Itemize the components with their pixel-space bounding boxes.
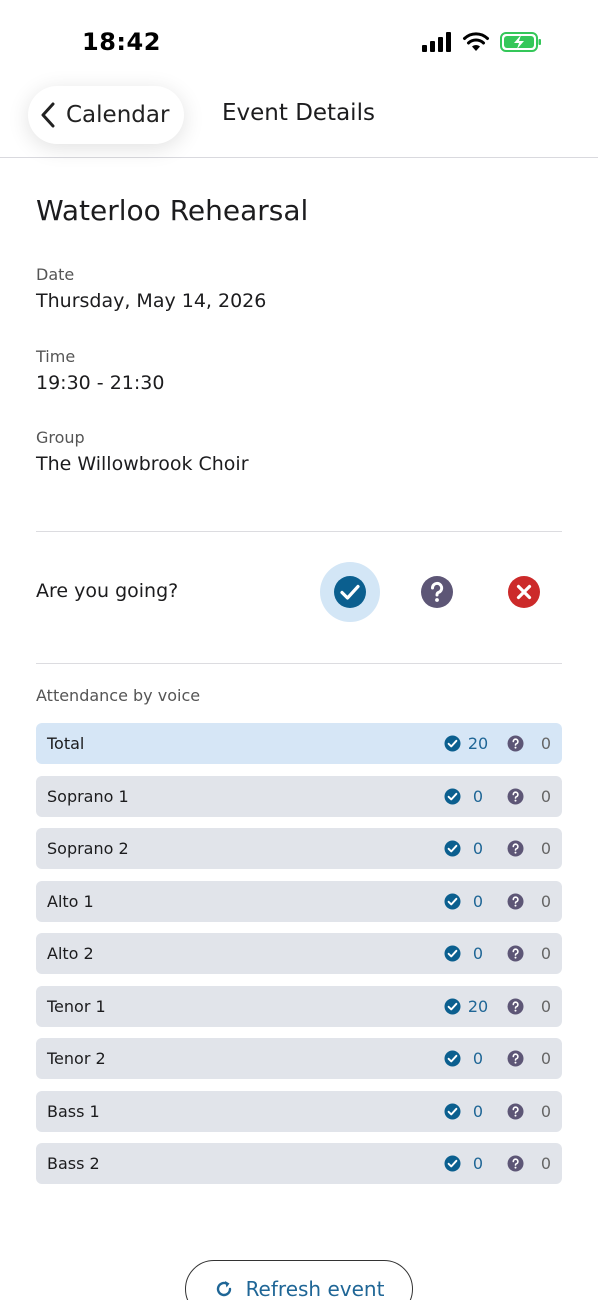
close-circle-icon — [508, 576, 540, 608]
nav-header: Calendar Event Details — [0, 84, 598, 158]
voice-name: Total — [47, 734, 85, 753]
attendance-row-alto-1[interactable]: Alto 1 0 0 — [36, 880, 562, 922]
voice-name: Soprano 1 — [47, 786, 129, 806]
rsvp-no-button[interactable] — [494, 562, 554, 622]
date-value: Thursday, May 14, 2026 — [36, 290, 267, 312]
question-circle-icon — [421, 576, 453, 608]
chevron-left-icon — [41, 102, 55, 128]
maybe-count: 0 — [540, 996, 552, 1016]
question-circle-icon — [507, 945, 524, 962]
yes-count: 0 — [472, 1154, 484, 1173]
question-circle-icon — [507, 998, 524, 1014]
check-circle-icon — [444, 788, 461, 804]
check-circle-icon — [334, 576, 366, 608]
refresh-icon — [216, 1281, 231, 1297]
back-button[interactable]: Calendar — [28, 86, 184, 144]
voice-name: Bass 2 — [47, 1154, 100, 1173]
check-circle-icon — [444, 1050, 461, 1067]
attendance-section-label: Attendance by voice — [36, 686, 201, 705]
maybe-count: 0 — [540, 839, 552, 858]
divider — [36, 531, 562, 532]
question-circle-icon — [507, 788, 524, 804]
check-circle-icon — [444, 893, 461, 909]
yes-count: 0 — [472, 1049, 484, 1068]
yes-count: 0 — [472, 786, 484, 806]
yes-count: 0 — [472, 839, 484, 858]
refresh-event-button[interactable]: Refresh event — [185, 1260, 413, 1300]
yes-count: 0 — [472, 1101, 484, 1121]
attendance-list: Total 20 0 Soprano 1 0 0 Soprano 2 0 0 A… — [36, 723, 562, 1196]
question-circle-icon — [507, 1050, 524, 1067]
time-value: 19:30 - 21:30 — [36, 372, 165, 394]
yes-count: 0 — [472, 944, 484, 963]
rsvp-question: Are you going? — [36, 580, 179, 602]
voice-name: Tenor 2 — [47, 1049, 106, 1068]
maybe-count: 0 — [540, 1154, 552, 1173]
group-value: The Willowbrook Choir — [36, 453, 249, 475]
attendance-row-alto-2[interactable]: Alto 2 0 0 — [36, 933, 562, 974]
maybe-count: 0 — [540, 734, 552, 753]
question-circle-icon — [507, 1103, 524, 1119]
voice-name: Bass 1 — [47, 1101, 100, 1121]
check-circle-icon — [444, 840, 461, 857]
attendance-row-total[interactable]: Total 20 0 — [36, 723, 562, 764]
voice-name: Alto 2 — [47, 944, 94, 963]
question-circle-icon — [507, 1155, 524, 1172]
maybe-count: 0 — [540, 1049, 552, 1068]
voice-name: Soprano 2 — [47, 839, 129, 858]
page-title: Event Details — [222, 100, 375, 126]
yes-count: 20 — [467, 996, 489, 1016]
check-circle-icon — [444, 998, 461, 1014]
attendance-row-tenor-1[interactable]: Tenor 1 20 0 — [36, 985, 562, 1027]
status-bar: 18:42 — [0, 0, 598, 84]
time-label: Time — [36, 347, 76, 366]
rsvp-maybe-button[interactable] — [407, 562, 467, 622]
refresh-event-label: Refresh event — [245, 1277, 385, 1300]
attendance-row-bass-2[interactable]: Bass 2 0 0 — [36, 1143, 562, 1184]
check-circle-icon — [444, 1155, 461, 1172]
voice-name: Tenor 1 — [47, 996, 106, 1016]
rsvp-yes-button[interactable] — [320, 562, 380, 622]
attendance-row-bass-1[interactable]: Bass 1 0 0 — [36, 1090, 562, 1132]
check-circle-icon — [444, 945, 461, 962]
attendance-row-soprano-1[interactable]: Soprano 1 0 0 — [36, 775, 562, 817]
status-time: 18:42 — [82, 28, 161, 56]
date-label: Date — [36, 265, 75, 284]
yes-count: 0 — [472, 891, 484, 911]
status-icons — [422, 32, 542, 52]
maybe-count: 0 — [540, 1101, 552, 1121]
wifi-icon — [463, 32, 489, 51]
check-circle-icon — [444, 735, 461, 752]
maybe-count: 0 — [540, 944, 552, 963]
question-circle-icon — [507, 893, 524, 909]
battery-charging-icon — [500, 32, 541, 52]
check-circle-icon — [444, 1103, 461, 1119]
event-title: Waterloo Rehearsal — [36, 194, 309, 227]
maybe-count: 0 — [540, 891, 552, 911]
back-button-label: Calendar — [66, 102, 170, 128]
group-label: Group — [36, 428, 85, 447]
yes-count: 20 — [467, 734, 489, 753]
divider — [36, 663, 562, 664]
voice-name: Alto 1 — [47, 891, 94, 911]
attendance-row-soprano-2[interactable]: Soprano 2 0 0 — [36, 828, 562, 869]
attendance-row-tenor-2[interactable]: Tenor 2 0 0 — [36, 1038, 562, 1079]
signal-icon — [422, 32, 451, 52]
question-circle-icon — [507, 840, 524, 857]
question-circle-icon — [507, 735, 524, 752]
maybe-count: 0 — [540, 786, 552, 806]
